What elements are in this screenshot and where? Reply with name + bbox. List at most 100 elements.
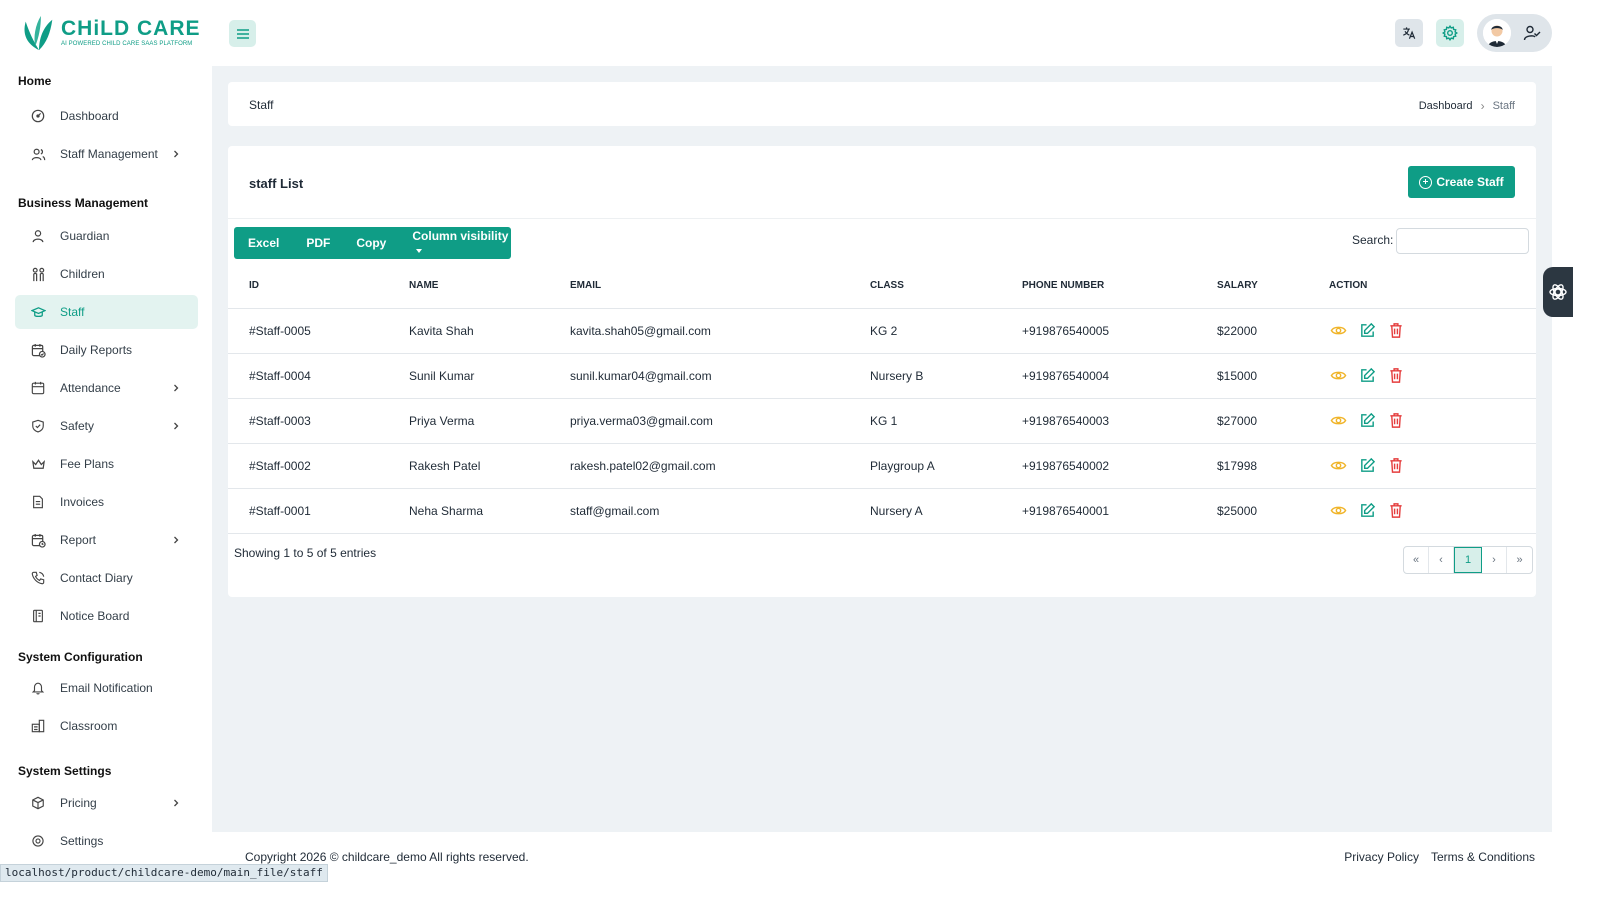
sidebar-item-safety[interactable]: Safety	[15, 409, 198, 443]
column-header-class[interactable]: CLASS	[870, 264, 1022, 309]
cell-salary: $15000	[1217, 353, 1329, 399]
gear-icon	[1442, 25, 1458, 41]
cell-phone: +919876540004	[1022, 353, 1217, 399]
sidebar-item-classroom[interactable]: Classroom	[15, 709, 198, 743]
delete-button[interactable]	[1387, 457, 1405, 475]
create-staff-button[interactable]: Create Staff	[1408, 166, 1515, 198]
cell-email: kavita.shah05@gmail.com	[570, 308, 870, 354]
sidebar-item-fee-plans[interactable]: Fee Plans	[15, 447, 198, 481]
trash-icon	[1390, 413, 1402, 428]
invoice-icon	[30, 494, 46, 510]
profile-menu[interactable]	[1477, 14, 1552, 52]
column-header-email[interactable]: EMAIL	[570, 264, 870, 309]
view-button[interactable]	[1329, 502, 1347, 520]
brand-subtitle: AI POWERED CHILD CARE SAAS PLATFORM	[61, 41, 193, 47]
sidebar-item-email-notification[interactable]: Email Notification	[15, 671, 198, 705]
sidebar-item-children[interactable]: Children	[15, 257, 198, 291]
sidebar-item-report[interactable]: Report	[15, 523, 198, 557]
menu-toggle-button[interactable]	[229, 20, 256, 47]
sidebar-item-settings[interactable]: Settings	[15, 824, 198, 858]
cell-action	[1329, 353, 1536, 399]
sidebar-item-daily-reports[interactable]: Daily Reports	[15, 333, 198, 367]
edit-icon	[1360, 367, 1375, 382]
page-1-button[interactable]: 1	[1454, 547, 1482, 573]
view-button[interactable]	[1329, 457, 1347, 475]
trash-icon	[1390, 503, 1402, 518]
next-page-button[interactable]: ›	[1482, 547, 1507, 573]
sidebar-item-dashboard[interactable]: Dashboard	[15, 99, 198, 133]
sidebar-item-staff-management[interactable]: Staff Management	[15, 137, 198, 171]
sidebar-item-invoices[interactable]: Invoices	[15, 485, 198, 519]
sidebar-item-guardian[interactable]: Guardian	[15, 219, 198, 253]
sidebar-item-label: Notice Board	[60, 609, 130, 623]
sidebar-item-contact-diary[interactable]: Contact Diary	[15, 561, 198, 595]
settings-button[interactable]	[1436, 19, 1464, 47]
cell-name: Kavita Shah	[409, 308, 570, 354]
box-icon	[30, 795, 46, 811]
table-row: #Staff-0003 Priya Verma priya.verma03@gmai…	[228, 398, 1536, 444]
delete-button[interactable]	[1387, 322, 1405, 340]
delete-button[interactable]	[1387, 367, 1405, 385]
view-button[interactable]	[1329, 367, 1347, 385]
first-page-button[interactable]: «	[1404, 547, 1429, 573]
edit-button[interactable]	[1358, 457, 1376, 475]
edit-button[interactable]	[1358, 322, 1376, 340]
edit-icon	[1360, 457, 1375, 472]
breadcrumb-dashboard-link[interactable]: Dashboard	[1419, 100, 1473, 112]
sidebar-item-staff[interactable]: Staff	[15, 295, 198, 329]
sidebar-item-label: Fee Plans	[60, 457, 115, 471]
edit-icon	[1360, 502, 1375, 517]
pdf-button[interactable]: PDF	[306, 236, 330, 250]
cell-email: priya.verma03@gmail.com	[570, 398, 870, 444]
privacy-policy-link[interactable]: Privacy Policy	[1344, 850, 1419, 864]
caret-down-icon	[416, 248, 423, 253]
cell-name: Priya Verma	[409, 398, 570, 444]
table-body: #Staff-0005 Kavita Shah kavita.shah05@gmai…	[228, 308, 1536, 534]
column-header-salary[interactable]: SALARY	[1217, 264, 1329, 309]
view-button[interactable]	[1329, 322, 1347, 340]
cell-phone: +919876540005	[1022, 308, 1217, 354]
cell-action	[1329, 443, 1536, 489]
terms-link[interactable]: Terms & Conditions	[1431, 850, 1535, 864]
edit-button[interactable]	[1358, 412, 1376, 430]
sidebar-nav: Home Dashboard Staff Management Business…	[0, 62, 212, 858]
column-visibility-button[interactable]: Column visibility	[412, 229, 511, 257]
crown-icon	[30, 456, 46, 472]
cell-id: #Staff-0004	[228, 353, 409, 399]
search-input[interactable]	[1396, 228, 1529, 254]
eye-icon	[1330, 416, 1346, 425]
table-row: #Staff-0004 Sunil Kumar sunil.kumar04@gmai…	[228, 353, 1536, 399]
ai-assistant-button[interactable]	[1543, 267, 1573, 317]
excel-button[interactable]: Excel	[248, 236, 279, 250]
cell-name: Neha Sharma	[409, 488, 570, 534]
column-header-phone[interactable]: PHONE NUMBER	[1022, 264, 1217, 309]
cell-id: #Staff-0001	[228, 488, 409, 534]
sidebar-item-label: Classroom	[60, 719, 118, 733]
edit-icon	[1360, 322, 1375, 337]
column-header-name[interactable]: NAME	[409, 264, 570, 309]
sidebar-item-pricing[interactable]: Pricing	[15, 786, 198, 820]
delete-button[interactable]	[1387, 412, 1405, 430]
sidebar-item-label: Contact Diary	[60, 571, 133, 585]
column-header-action: ACTION	[1329, 264, 1536, 309]
cell-name: Rakesh Patel	[409, 443, 570, 489]
edit-button[interactable]	[1358, 502, 1376, 520]
last-page-button[interactable]: »	[1507, 547, 1532, 573]
notice-icon	[30, 608, 46, 624]
brand-logo[interactable]: CHiLD CARE AI POWERED CHILD CARE SAAS PL…	[20, 14, 201, 52]
edit-button[interactable]	[1358, 367, 1376, 385]
copy-button[interactable]: Copy	[356, 236, 386, 250]
delete-button[interactable]	[1387, 502, 1405, 520]
view-button[interactable]	[1329, 412, 1347, 430]
dashboard-icon	[30, 108, 46, 124]
staff-table: ID NAME EMAIL CLASS PHONE NUMBER SALARY …	[228, 264, 1536, 534]
create-staff-label: Create Staff	[1436, 175, 1504, 189]
column-header-id[interactable]: ID	[228, 264, 409, 309]
language-button[interactable]	[1395, 19, 1423, 47]
page-title: Staff	[249, 98, 274, 112]
prev-page-button[interactable]: ‹	[1429, 547, 1454, 573]
sidebar-item-attendance[interactable]: Attendance	[15, 371, 198, 405]
cell-class: KG 2	[870, 308, 1022, 354]
sidebar-item-notice-board[interactable]: Notice Board	[15, 599, 198, 633]
cell-email: staff@gmail.com	[570, 488, 870, 534]
